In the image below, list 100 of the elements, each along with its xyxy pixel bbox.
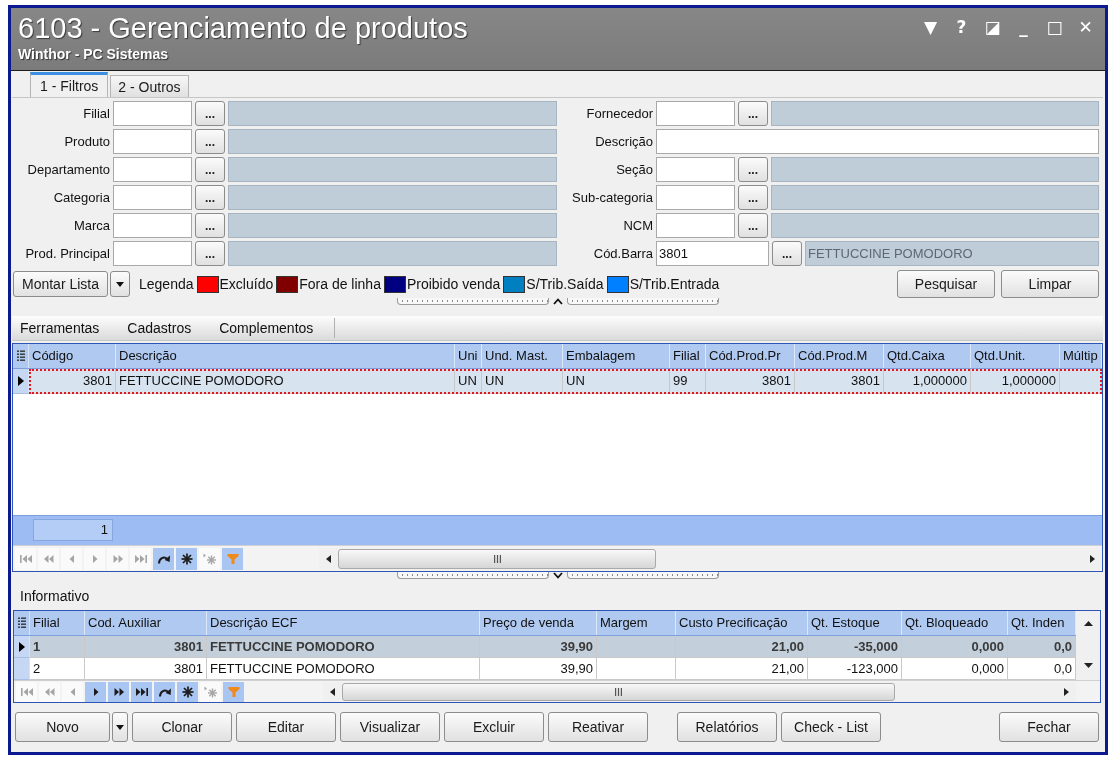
title-bar-button[interactable]: ▼ [915, 16, 946, 38]
title-bar-button[interactable]: ? [946, 16, 977, 38]
row-indicator[interactable] [13, 369, 29, 394]
dropdown-button[interactable] [112, 712, 128, 742]
nav-button[interactable] [85, 681, 106, 702]
column-header[interactable]: Filial [30, 611, 85, 635]
input-field[interactable] [656, 157, 735, 182]
footer-button[interactable]: Excluir [444, 712, 544, 742]
lookup-button[interactable]: ... [738, 101, 768, 126]
scrollbar-thumb[interactable] [338, 548, 656, 569]
title-bar-button[interactable]: ✕ [1070, 16, 1101, 38]
down-arrow-icon[interactable] [1083, 663, 1093, 668]
up-arrow-icon[interactable] [1083, 621, 1093, 626]
splitter-grip[interactable] [396, 572, 549, 579]
window-title: 6103 - Gerenciamento de produtos [18, 12, 468, 45]
column-header[interactable]: Código [29, 344, 116, 368]
input-field[interactable] [113, 185, 192, 210]
nav-button[interactable] [131, 681, 152, 702]
splitter-grip[interactable] [566, 298, 719, 305]
legend-label: Proibido venda [406, 276, 501, 292]
column-header[interactable]: Qt. Estoque [808, 611, 902, 635]
column-header[interactable]: Custo Precificação [676, 611, 808, 635]
lookup-button[interactable]: ... [772, 241, 802, 266]
nav-button[interactable] [108, 681, 129, 702]
column-list-icon[interactable] [16, 350, 25, 362]
menu-item[interactable]: Cadastros [120, 317, 199, 339]
legend-label: S/Trib.Saída [526, 276, 604, 292]
menu-item[interactable]: Complementos [212, 317, 321, 339]
footer-button[interactable]: Editar [236, 712, 336, 742]
column-header[interactable]: Filial [670, 344, 706, 368]
input-field[interactable] [656, 185, 735, 210]
list-button[interactable]: Montar Lista [13, 271, 108, 297]
column-header[interactable]: Qtd.Caixa [884, 344, 971, 368]
table-cell: 39,90 [480, 636, 597, 657]
right-arrow-icon[interactable] [1090, 554, 1095, 563]
scrollbar-thumb[interactable] [342, 682, 895, 701]
new-button[interactable]: Novo [15, 712, 110, 742]
grip-icon [493, 554, 501, 563]
lookup-button[interactable]: ... [195, 185, 225, 210]
column-header[interactable]: Cod. Auxiliar [85, 611, 207, 635]
left-arrow-icon[interactable] [326, 554, 331, 563]
input-field[interactable] [656, 101, 735, 126]
column-header[interactable]: Cód.Prod.M [795, 344, 884, 368]
input-field[interactable] [113, 241, 192, 266]
lookup-button[interactable]: ... [738, 213, 768, 238]
footer-button[interactable]: Clonar [132, 712, 232, 742]
title-bar-button[interactable]: □ [1039, 16, 1070, 38]
lookup-button[interactable]: ... [195, 101, 225, 126]
action-button[interactable]: Pesquisar [897, 270, 995, 298]
column-header[interactable]: Und. Mast. [482, 344, 563, 368]
input-field[interactable] [113, 129, 192, 154]
row-indicator[interactable] [14, 636, 30, 658]
caret-down-icon[interactable] [552, 572, 563, 579]
vertical-scrollbar[interactable] [1076, 611, 1100, 680]
tab[interactable]: 1 - Filtros [30, 72, 109, 97]
action-button[interactable]: Limpar [1001, 270, 1099, 298]
column-list-icon[interactable] [17, 617, 26, 629]
input-field[interactable] [656, 129, 1099, 154]
title-bar-button[interactable]: _ [1008, 16, 1039, 38]
lookup-button[interactable]: ... [738, 157, 768, 182]
summary-cell: 1 [33, 519, 113, 541]
menu-item[interactable]: Ferramentas [13, 317, 107, 339]
column-header[interactable]: Qt. Bloqueado [902, 611, 1008, 635]
lookup-button[interactable]: ... [195, 129, 225, 154]
column-header[interactable]: Descrição [116, 344, 455, 368]
lookup-button[interactable]: ... [738, 185, 768, 210]
splitter-grip[interactable] [566, 572, 719, 579]
input-field[interactable] [113, 101, 192, 126]
column-header[interactable]: Uni [455, 344, 482, 368]
table-row[interactable]: 1 3801 FETTUCCINE POMODORO 39,90 21,00 -35,000 0,000 0,0 [30, 636, 1076, 658]
input-field[interactable] [113, 213, 192, 238]
title-bar-button[interactable]: ◪ [977, 16, 1008, 38]
lookup-button[interactable]: ... [195, 157, 225, 182]
input-field[interactable] [656, 213, 735, 238]
column-header[interactable]: Cód.Prod.Pr [706, 344, 795, 368]
tab[interactable]: 2 - Outros [110, 75, 189, 97]
footer-button[interactable]: Relatórios [677, 712, 777, 742]
dropdown-button[interactable] [110, 271, 130, 297]
column-header[interactable]: Embalagem [563, 344, 670, 368]
nav-button[interactable] [154, 681, 175, 702]
left-arrow-icon[interactable] [330, 687, 335, 696]
legend-label: S/Trib.Entrada [629, 276, 720, 292]
footer-button[interactable]: Visualizar [340, 712, 440, 742]
lookup-button[interactable]: ... [195, 241, 225, 266]
input-field[interactable]: 3801 [656, 241, 769, 266]
right-arrow-icon[interactable] [1064, 687, 1069, 696]
splitter-grip[interactable] [396, 298, 549, 305]
table-row[interactable]: 3801 FETTUCCINE POMODORO UN UN UN 99 3801 3801 1,000000 1,000000 [29, 369, 1102, 394]
footer-button[interactable]: Reativar [548, 712, 648, 742]
nav-button[interactable] [176, 547, 197, 570]
caret-up-icon[interactable] [552, 298, 563, 305]
column-header[interactable]: Qtd.Unit. [971, 344, 1060, 368]
lookup-button[interactable]: ... [195, 213, 225, 238]
footer-button[interactable]: Check - List [781, 712, 881, 742]
column-header[interactable]: Preço de venda [480, 611, 597, 635]
footer-button[interactable]: Fechar [999, 712, 1099, 742]
nav-button[interactable] [177, 681, 198, 702]
input-field[interactable] [113, 157, 192, 182]
column-header[interactable]: Descrição ECF [207, 611, 480, 635]
nav-button[interactable] [153, 547, 174, 570]
